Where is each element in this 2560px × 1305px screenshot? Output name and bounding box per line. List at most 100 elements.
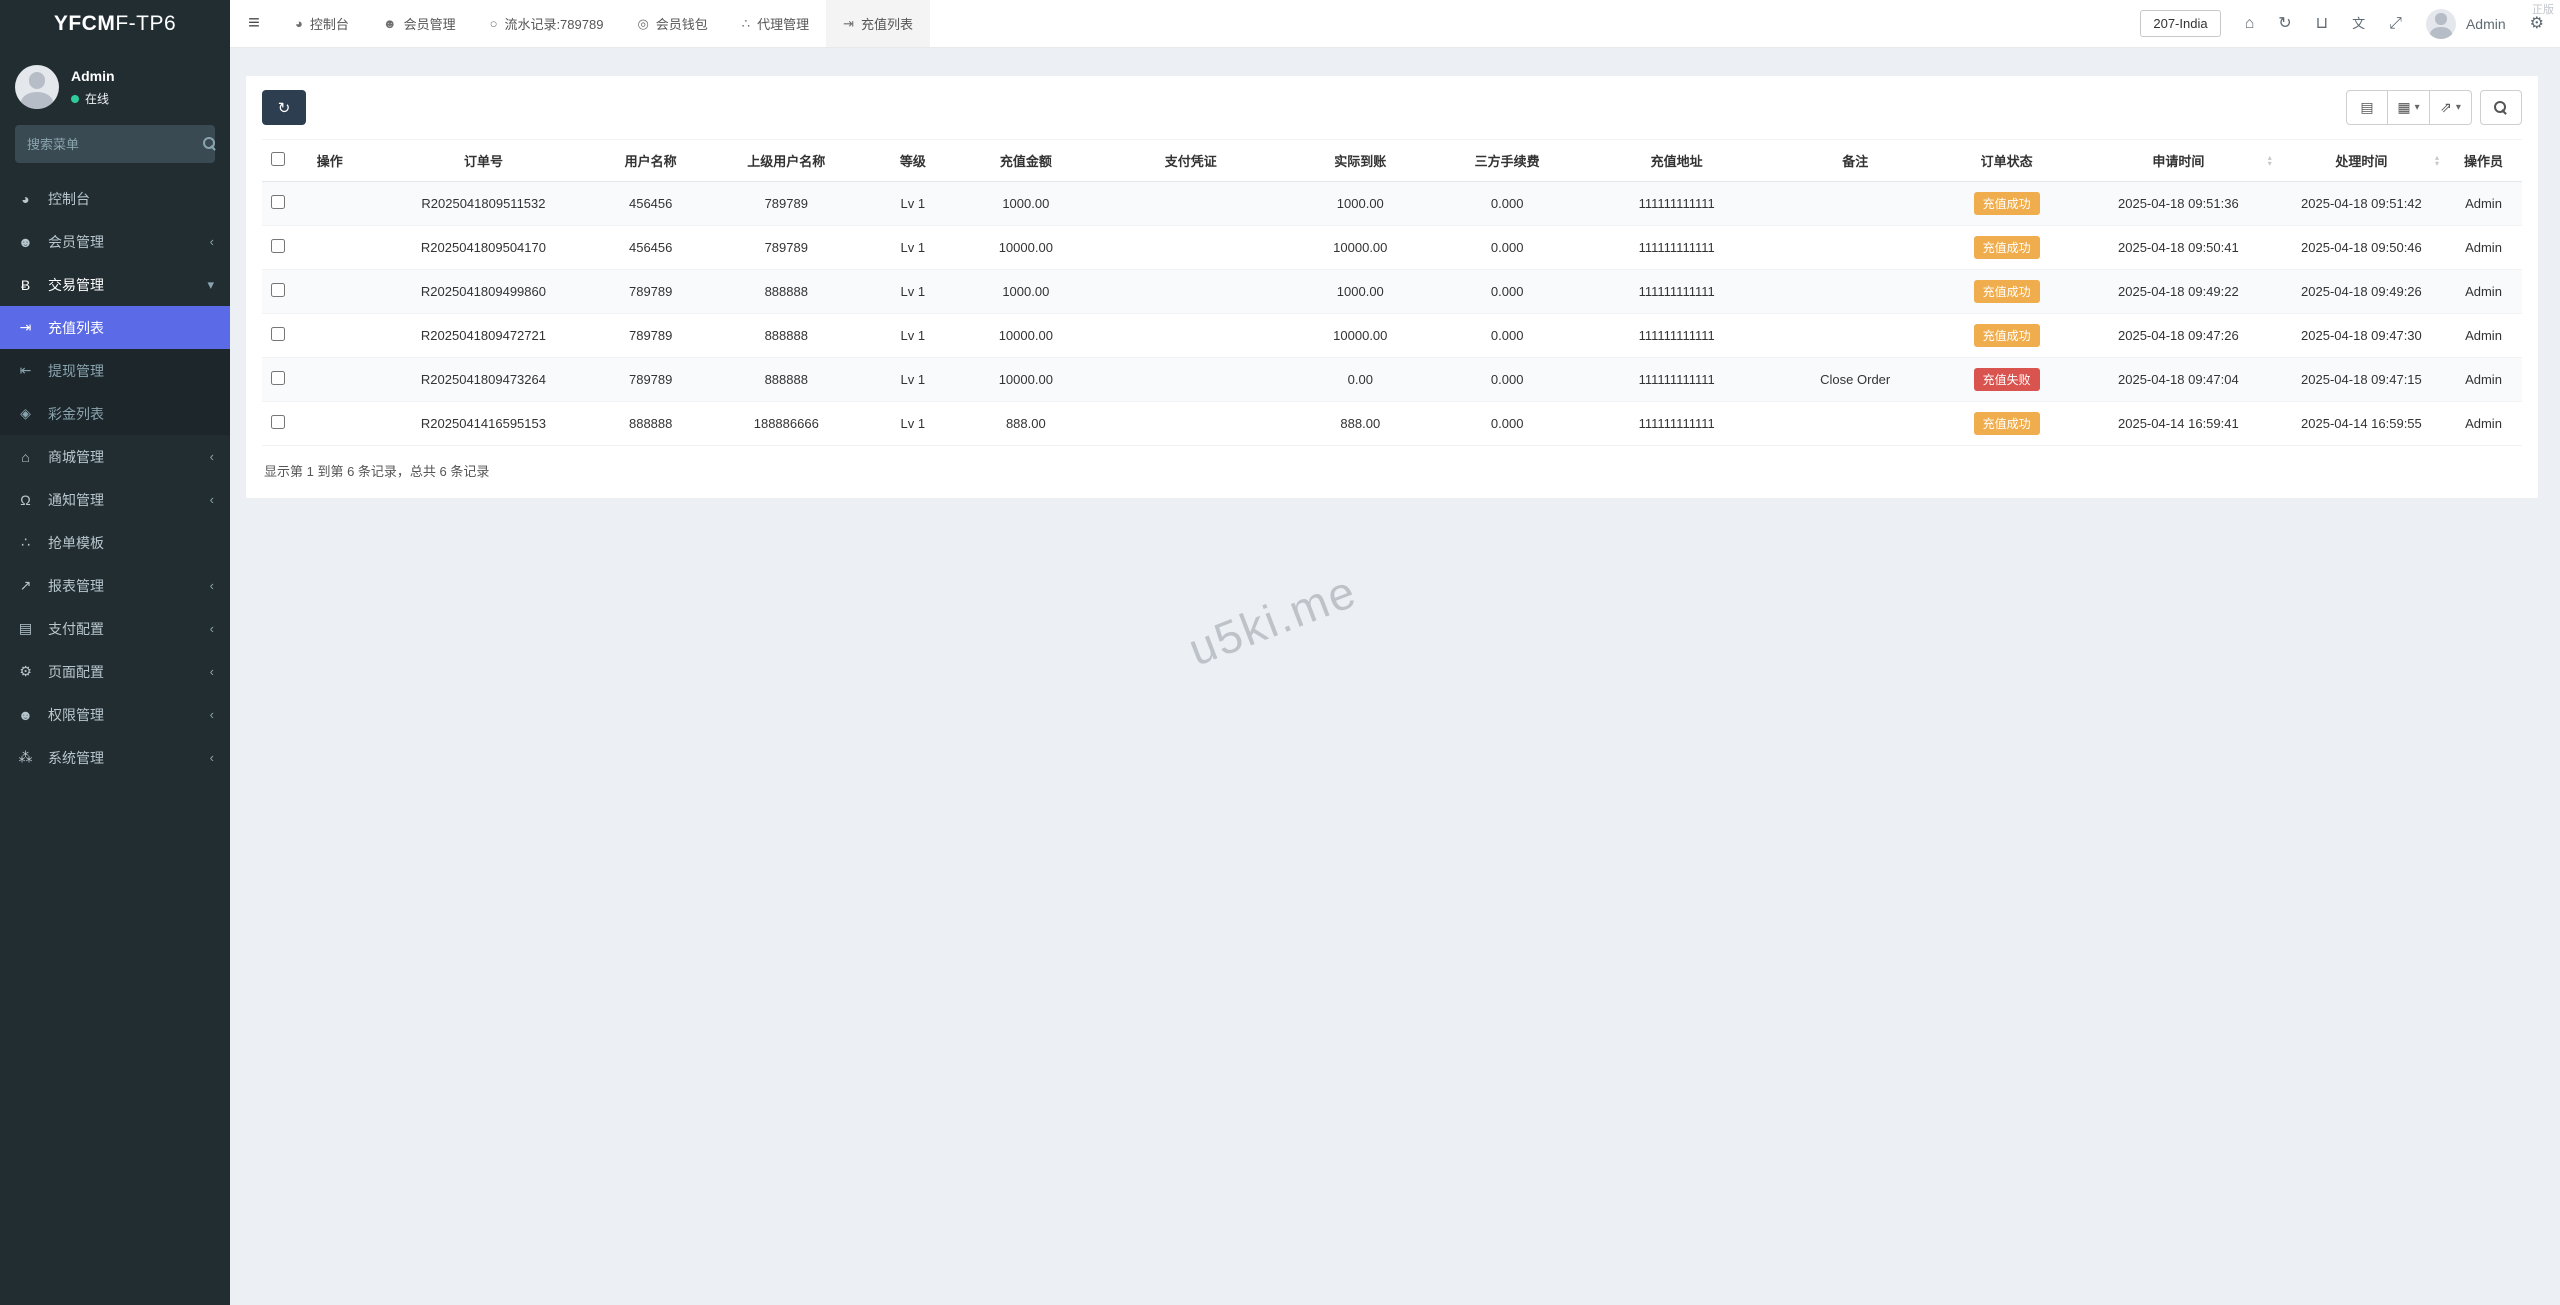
cell-process_time: 2025-04-18 09:49:26 xyxy=(2277,269,2446,314)
column-header-label: 申请时间 xyxy=(2152,154,2205,169)
tab-member-wallet[interactable]: ◎ 会员钱包 xyxy=(620,0,724,47)
cell-operator: Admin xyxy=(2445,181,2522,226)
brand-logo[interactable]: YFCM F-TP6 xyxy=(0,0,230,48)
cell-operator: Admin xyxy=(2445,357,2522,402)
card-toolbar: ↻ ▤ ▦ ▾ ⇗ ▾ xyxy=(262,90,2522,125)
hamburger-icon[interactable]: ≡ xyxy=(230,0,278,47)
export-button[interactable]: ⇗ ▾ xyxy=(2430,90,2472,125)
cell-checkbox xyxy=(262,225,294,270)
sidebar-item-notice[interactable]: Ω 通知管理 ‹ xyxy=(0,478,230,521)
columns-button[interactable]: ▦ ▾ xyxy=(2388,90,2430,125)
sidebar-item-trade[interactable]: Ƀ 交易管理 ▾ xyxy=(0,263,230,306)
sitemap-icon: ∴ xyxy=(21,534,30,550)
cell-remark xyxy=(1776,269,1935,314)
sort-icon[interactable]: ▴ ▾ xyxy=(2268,153,2272,167)
row-checkbox[interactable] xyxy=(270,195,285,209)
tab-flow-record[interactable]: ○ 流水记录:789789 xyxy=(473,0,621,47)
cell-apply_time: 2025-04-18 09:47:26 xyxy=(2078,313,2278,358)
fullscreen-icon[interactable]: ⤢ xyxy=(2389,15,2402,32)
column-header-process_time[interactable]: 处理时间 ▴ ▾ xyxy=(2277,139,2446,182)
tab-agent[interactable]: ∴ 代理管理 xyxy=(725,0,826,47)
cell-order_no: R2025041416595153 xyxy=(365,401,601,446)
language-select[interactable]: 207-India xyxy=(2140,10,2221,37)
cell-parent: 888888 xyxy=(700,269,873,314)
record-icon: ○ xyxy=(489,16,498,31)
column-header-label: 上级用户名称 xyxy=(747,154,826,169)
sidebar-item-permission[interactable]: ☻ 权限管理 ‹ xyxy=(0,693,230,736)
cell-apply_time: 2025-04-18 09:51:36 xyxy=(2078,181,2278,226)
sidebar-item-order-template[interactable]: ∴ 抢单模板 xyxy=(0,521,230,564)
gift-icon: ◈ xyxy=(20,405,31,421)
search-icon[interactable] xyxy=(203,137,217,151)
page-content: ↻ ▤ ▦ ▾ ⇗ ▾ 操作 订单号 用户名称 上级用户名称 等级 充值金额 支付凭证 实际到账三… xyxy=(230,48,2560,1305)
share-nodes-icon: ⁂ xyxy=(18,749,33,765)
row-checkbox[interactable] xyxy=(270,283,285,297)
refresh-icon: ↻ xyxy=(277,99,291,117)
cell-amount: 10000.00 xyxy=(953,225,1099,270)
tab-dashboard[interactable]: ◕ 控制台 xyxy=(278,0,366,47)
cell-fee: 0.000 xyxy=(1437,357,1578,402)
sort-icon[interactable]: ▴ ▾ xyxy=(2435,153,2439,167)
caret-down-icon: ▾ xyxy=(2414,102,2420,113)
cell-status: 充值成功 xyxy=(1934,181,2079,226)
home-icon[interactable]: ⌂ xyxy=(2245,15,2255,32)
tab-members[interactable]: ☻ 会员管理 xyxy=(366,0,473,47)
row-checkbox[interactable] xyxy=(270,371,285,385)
tab-label: 充值列表 xyxy=(861,17,914,32)
topbar-avatar xyxy=(2425,8,2456,39)
sidebar-item-mall[interactable]: ⌂ 商城管理 ‹ xyxy=(0,435,230,478)
home-icon: ⌂ xyxy=(21,448,30,465)
cell-action xyxy=(293,181,366,226)
sidebar-item-label: 充值列表 xyxy=(48,319,104,336)
cell-order_no: R2025041809511532 xyxy=(365,181,601,226)
sidebar-item-system[interactable]: ⁂ 系统管理 ‹ xyxy=(0,736,230,779)
toggle-view-button[interactable]: ▤ xyxy=(2346,90,2388,125)
select-all-checkbox[interactable] xyxy=(270,152,285,166)
table-search-button[interactable] xyxy=(2480,90,2522,125)
cell-fee: 0.000 xyxy=(1437,225,1578,270)
cell-address: 111111111111 xyxy=(1577,225,1777,270)
trash-icon[interactable]: ⊔ xyxy=(2316,15,2328,32)
settings-cogs-icon[interactable]: ⚙ xyxy=(2530,15,2544,32)
column-header-label: 充值地址 xyxy=(1650,154,1703,169)
row-checkbox[interactable] xyxy=(270,327,285,341)
tab-recharge-list[interactable]: ⇥ 充值列表 xyxy=(826,0,931,47)
cell-actual: 10000.00 xyxy=(1283,313,1438,358)
sidebar-item-bonus-list[interactable]: ◈ 彩金列表 xyxy=(0,392,230,435)
credit-card-icon: ▤ xyxy=(18,620,33,636)
cell-fee: 0.000 xyxy=(1437,313,1578,358)
cell-amount: 888.00 xyxy=(953,401,1099,446)
refresh-button[interactable]: ↻ xyxy=(262,90,306,125)
translate-icon[interactable]: 文 xyxy=(2352,17,2365,30)
cell-actual: 1000.00 xyxy=(1283,269,1438,314)
refresh-icon[interactable]: ↻ xyxy=(2278,15,2291,32)
sidebar-item-recharge-list[interactable]: ⇥ 充值列表 xyxy=(0,306,230,349)
chevron-left-icon: ‹ xyxy=(209,449,214,464)
cell-order_no: R2025041809472721 xyxy=(365,313,601,358)
status-badge: 充值成功 xyxy=(1973,280,2040,303)
sidebar-item-report[interactable]: ↗ 报表管理 ‹ xyxy=(0,564,230,607)
sidebar-item-dashboard[interactable]: ◕ 控制台 xyxy=(0,177,230,220)
cell-voucher xyxy=(1098,401,1284,446)
topbar-user-menu[interactable]: Admin xyxy=(2425,8,2506,39)
column-header-apply_time[interactable]: 申请时间 ▴ ▾ xyxy=(2078,139,2278,182)
column-header-label: 充值金额 xyxy=(999,154,1052,169)
column-header-checkbox xyxy=(262,139,294,182)
cell-parent: 188886666 xyxy=(700,401,873,446)
cell-amount: 10000.00 xyxy=(953,357,1099,402)
status-badge: 充值失败 xyxy=(1973,368,2040,391)
row-checkbox[interactable] xyxy=(270,239,285,253)
sidebar-search-input[interactable] xyxy=(27,136,203,152)
status-badge: 充值成功 xyxy=(1973,412,2040,435)
sidebar-item-label: 支付配置 xyxy=(48,620,104,637)
sidebar-item-withdraw[interactable]: ⇤ 提现管理 xyxy=(0,349,230,392)
cell-address: 111111111111 xyxy=(1577,357,1777,402)
cell-checkbox xyxy=(262,401,294,446)
sidebar-item-page-config[interactable]: ⚙ 页面配置 ‹ xyxy=(0,650,230,693)
sidebar-item-members[interactable]: ☻ 会员管理 ‹ xyxy=(0,220,230,263)
cell-address: 111111111111 xyxy=(1577,269,1777,314)
chevron-left-icon: ‹ xyxy=(209,621,214,636)
sidebar-item-payment-config[interactable]: ▤ 支付配置 ‹ xyxy=(0,607,230,650)
column-header-voucher: 支付凭证 xyxy=(1098,139,1284,182)
row-checkbox[interactable] xyxy=(270,415,285,429)
